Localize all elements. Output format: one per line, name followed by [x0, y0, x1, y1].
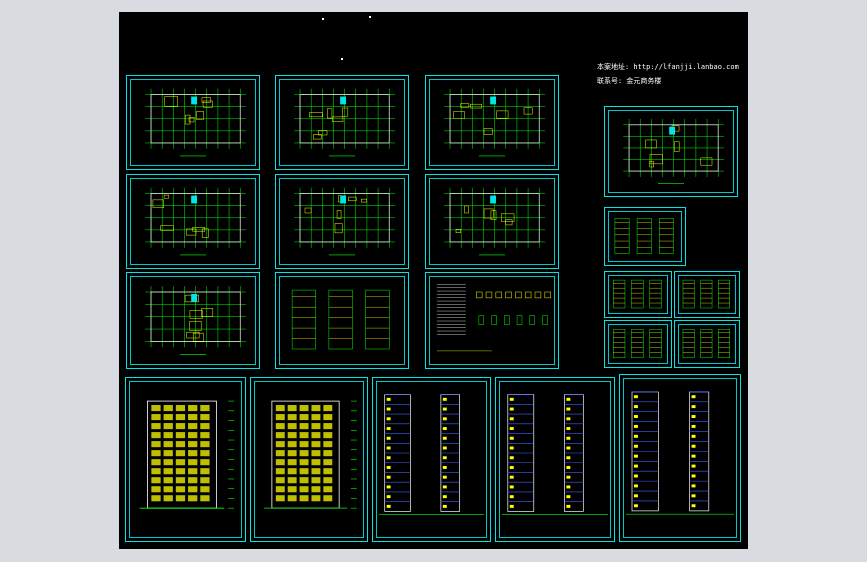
sheet-drawing [614, 218, 674, 254]
sheet-drawing [444, 88, 546, 157]
stray-point [341, 58, 343, 60]
sheet-plan-2[interactable] [275, 75, 409, 170]
sheet-elevation-2[interactable] [250, 377, 368, 542]
sheet-drawing [145, 286, 247, 355]
sheet-drawing [291, 289, 390, 350]
sheet-drawing [612, 329, 662, 359]
sheet-elevation-4[interactable] [495, 377, 615, 542]
sheet-drawing [145, 88, 247, 157]
sheet-plan-7[interactable] [126, 272, 260, 369]
phone-text: 联系号: 金元商务楼 [597, 77, 662, 85]
stray-point [369, 16, 371, 18]
sheet-plan-5[interactable] [275, 174, 409, 269]
sheet-plan-10[interactable] [604, 106, 738, 197]
sheet-plan-8[interactable] [275, 272, 409, 369]
sheet-detail-2[interactable] [604, 271, 672, 318]
sheet-detail-4[interactable] [604, 320, 672, 368]
sheet-drawing [294, 187, 396, 256]
site-address-text: 本案地址: http://lfanjji.lanbao.com [597, 63, 739, 71]
sheet-detail-1[interactable] [604, 207, 686, 266]
sheet-detail-5[interactable] [674, 320, 740, 368]
sheet-drawing [436, 284, 551, 352]
sheet-drawing [139, 400, 235, 509]
sheet-drawing [444, 187, 546, 256]
sheet-drawing [264, 400, 357, 509]
sheet-drawing [378, 394, 485, 516]
sheet-drawing [623, 118, 725, 184]
sheet-drawing [613, 279, 662, 309]
drawing-canvas[interactable]: 本案地址: http://lfanjji.lanbao.com 联系号: 金元商… [119, 12, 748, 549]
sheet-plan-9[interactable] [425, 272, 559, 369]
sheet-plan-3[interactable] [425, 75, 559, 170]
sheet-drawing [145, 187, 247, 256]
sheet-elevation-1[interactable] [125, 377, 246, 542]
sheet-drawing [682, 279, 730, 309]
stray-point [322, 18, 324, 20]
sheet-plan-1[interactable] [126, 75, 260, 170]
sheet-elevation-5[interactable] [619, 374, 741, 542]
sheet-drawing [501, 394, 609, 516]
sheet-plan-6[interactable] [425, 174, 559, 269]
sheet-drawing [625, 391, 735, 515]
sheet-elevation-3[interactable] [372, 377, 491, 542]
sheet-drawing [294, 88, 396, 157]
sheet-drawing [682, 329, 731, 359]
sheet-detail-3[interactable] [674, 271, 740, 318]
sheet-plan-4[interactable] [126, 174, 260, 269]
